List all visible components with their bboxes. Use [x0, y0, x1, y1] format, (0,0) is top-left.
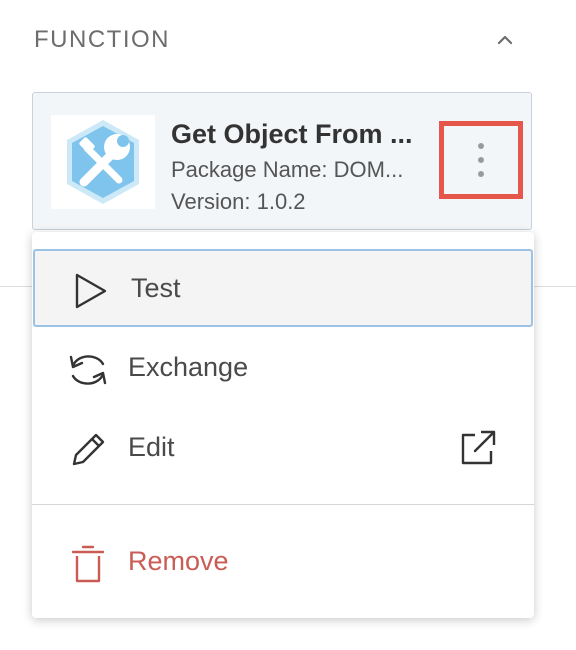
trash-icon	[66, 542, 110, 586]
play-icon	[69, 269, 113, 313]
exchange-icon	[66, 348, 110, 392]
menu-item-label: Exchange	[128, 352, 249, 382]
function-version: Version: 1.0.2	[171, 189, 306, 214]
function-title: Get Object From ...	[171, 119, 413, 149]
function-package-name: Package Name: DOM...	[171, 157, 404, 182]
function-options-menu: Test Exchange Edit Remove	[32, 232, 534, 618]
menu-item-label: Remove	[128, 546, 229, 576]
collapse-button[interactable]	[491, 26, 519, 54]
more-vertical-icon	[478, 143, 484, 177]
menu-divider	[32, 504, 534, 505]
chevron-up-icon	[497, 35, 513, 45]
menu-item-label: Test	[131, 273, 181, 303]
pencil-icon	[66, 428, 110, 472]
menu-item-remove[interactable]: Remove	[32, 524, 534, 602]
menu-item-exchange[interactable]: Exchange	[32, 330, 534, 408]
more-options-button[interactable]	[439, 121, 523, 199]
function-card[interactable]: Get Object From ... Package Name: DOM...…	[32, 92, 532, 230]
menu-item-test[interactable]: Test	[33, 249, 533, 327]
wrench-icon	[67, 120, 139, 204]
section-header[interactable]: FUNCTION	[34, 24, 524, 56]
menu-item-label: Edit	[128, 432, 175, 462]
section-title: FUNCTION	[34, 26, 170, 53]
external-link-icon	[461, 430, 496, 465]
function-icon-box	[51, 115, 155, 209]
open-external-button[interactable]	[458, 428, 498, 468]
